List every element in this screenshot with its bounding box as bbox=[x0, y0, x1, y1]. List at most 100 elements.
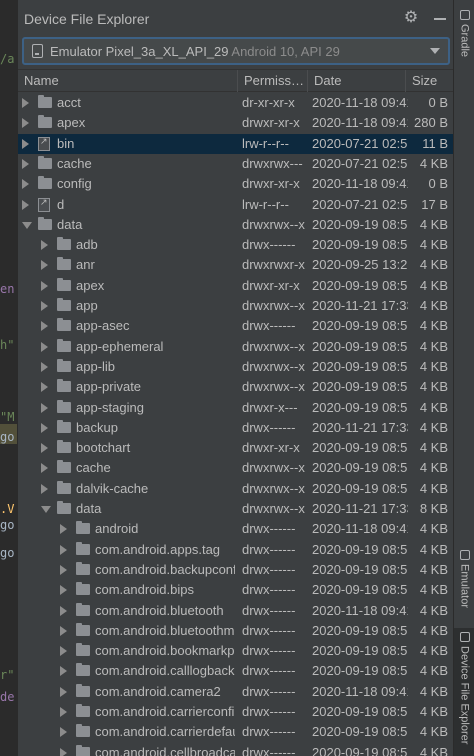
file-tree-row[interactable]: com.android.camera2 drwx------ 2020-11-18 … bbox=[18, 682, 454, 702]
file-tree-row[interactable]: app-asec drwx------ 2020-09-19 08:51 4 KB bbox=[18, 316, 454, 336]
expand-arrow-right-icon[interactable] bbox=[41, 422, 48, 433]
folder-icon bbox=[57, 257, 71, 271]
expand-arrow-right-icon[interactable] bbox=[41, 443, 48, 454]
file-tree-row[interactable]: adb drwx------ 2020-09-19 08:51 4 KB bbox=[18, 235, 454, 255]
expand-arrow-right-icon[interactable] bbox=[41, 361, 48, 372]
file-tree-row[interactable]: config drwxr-xr-x 2020-11-18 09:41 0 B bbox=[18, 174, 454, 194]
column-header-date[interactable]: Date bbox=[308, 70, 406, 92]
editor-code-fragment: en bbox=[0, 282, 15, 296]
expand-arrow-right-icon[interactable] bbox=[22, 138, 29, 149]
expand-arrow-right-icon[interactable] bbox=[60, 686, 67, 697]
file-permissions: drwx------ bbox=[242, 663, 296, 679]
expand-arrow-right-icon[interactable] bbox=[41, 483, 48, 494]
file-tree-row[interactable]: com.android.bluetooth drwx------ 2020-11-1… bbox=[18, 601, 454, 621]
panel-title: Device File Explorer bbox=[24, 11, 150, 27]
file-tree-row[interactable]: dalvik-cache drwxrwx--x 2020-09-19 08:51 4 … bbox=[18, 479, 454, 499]
file-tree-row[interactable]: d lrw-r--r-- 2020-07-21 02:55 17 B bbox=[18, 195, 454, 215]
file-tree-row[interactable]: acct dr-xr-xr-x 2020-11-18 09:41 0 B bbox=[18, 93, 454, 113]
expand-arrow-right-icon[interactable] bbox=[41, 260, 48, 271]
file-tree-row[interactable]: apex drwxr-xr-x 2020-11-18 09:41 280 B bbox=[18, 113, 454, 133]
expand-arrow-right-icon[interactable] bbox=[41, 301, 48, 311]
expand-arrow-right-icon[interactable] bbox=[22, 118, 29, 129]
folder-icon bbox=[57, 338, 71, 352]
file-tree-row[interactable]: com.android.backupconfirm drwx------ 2020-… bbox=[18, 560, 454, 580]
file-tree-row[interactable]: com.android.bookmarkprovider drwx------ 20… bbox=[18, 641, 454, 661]
expand-arrow-right-icon[interactable] bbox=[41, 280, 48, 291]
expand-arrow-right-icon[interactable] bbox=[60, 625, 67, 636]
tool-tab-gradle[interactable]: Gradle bbox=[454, 6, 474, 68]
file-tree-row[interactable]: com.android.apps.tag drwx------ 2020-09-19… bbox=[18, 540, 454, 560]
file-tree-row[interactable]: app drwxrwx--x 2020-11-21 17:33 4 KB bbox=[18, 296, 454, 316]
expand-arrow-right-icon[interactable] bbox=[60, 524, 67, 535]
expand-arrow-right-icon[interactable] bbox=[22, 179, 29, 190]
folder-icon bbox=[57, 501, 71, 514]
expand-arrow-right-icon[interactable] bbox=[60, 666, 67, 677]
file-permissions: drwxrwxr-x bbox=[242, 257, 305, 273]
file-tree-row[interactable]: com.android.bips drwx------ 2020-09-19 08:… bbox=[18, 580, 454, 600]
file-tree-row[interactable]: android drwx------ 2020-11-18 09:41 4 KB bbox=[18, 519, 454, 539]
file-tree-row[interactable]: com.android.calllogbackup drwx------ 2020-… bbox=[18, 661, 454, 681]
expand-arrow-right-icon[interactable] bbox=[60, 544, 67, 555]
file-tree-row[interactable]: data drwxrwx--x 2020-11-21 17:33 8 KB bbox=[18, 499, 454, 519]
expand-arrow-right-icon[interactable] bbox=[60, 605, 67, 616]
expand-arrow-right-icon[interactable] bbox=[60, 564, 67, 575]
folder-icon bbox=[57, 440, 71, 454]
file-tree-row[interactable]: bin lrw-r--r-- 2020-07-21 02:55 11 B bbox=[18, 133, 454, 154]
expand-arrow-right-icon[interactable] bbox=[41, 463, 48, 474]
file-tree-row[interactable]: com.android.carrierdefaultapp drwx------ 2… bbox=[18, 722, 454, 742]
file-tree-row[interactable]: com.android.bluetoothmidiservice drwx----… bbox=[18, 621, 454, 641]
expand-arrow-right-icon[interactable] bbox=[60, 707, 67, 717]
expand-arrow-right-icon[interactable] bbox=[60, 646, 67, 657]
file-tree-row[interactable]: cache drwxrwx--x 2020-09-19 08:51 4 KB bbox=[18, 458, 454, 478]
file-tree-row[interactable]: app-staging drwxr-x--- 2020-09-19 08:51 4 K… bbox=[18, 398, 454, 418]
file-tree-row[interactable]: com.android.cellbroadcastreceiver drwx---… bbox=[18, 743, 454, 756]
expand-arrow-right-icon[interactable] bbox=[41, 341, 48, 352]
expand-arrow-down-icon[interactable] bbox=[22, 221, 32, 229]
file-tree-row[interactable]: com.android.carrierconfig drwx------ 2020-… bbox=[18, 702, 454, 722]
folder-icon bbox=[57, 460, 71, 474]
phone-device-icon bbox=[32, 44, 43, 58]
column-header-size[interactable]: Size bbox=[406, 70, 454, 92]
expand-arrow-right-icon[interactable] bbox=[22, 199, 29, 210]
file-date: 2020-09-19 08:51 bbox=[312, 338, 408, 354]
folder-icon bbox=[57, 298, 71, 311]
column-header-permissions[interactable]: Permiss… bbox=[238, 70, 308, 92]
expand-arrow-right-icon[interactable] bbox=[41, 240, 48, 251]
expand-arrow-right-icon[interactable] bbox=[22, 98, 29, 108]
gear-icon[interactable]: ⚙ bbox=[402, 9, 420, 27]
file-tree-row[interactable]: app-lib drwxrwx--x 2020-09-19 08:51 4 KB bbox=[18, 357, 454, 377]
expand-arrow-right-icon[interactable] bbox=[41, 321, 48, 332]
file-size: 4 KB bbox=[419, 440, 448, 456]
file-tree-row[interactable]: anr drwxrwxr-x 2020-09-25 13:22 4 KB bbox=[18, 255, 454, 275]
file-tree-row[interactable]: backup drwx------ 2020-11-21 17:33 4 KB bbox=[18, 418, 454, 438]
file-size: 4 KB bbox=[419, 155, 448, 171]
expand-arrow-right-icon[interactable] bbox=[60, 727, 67, 738]
file-date: 2020-09-19 08:51 bbox=[312, 704, 408, 719]
file-tree-row[interactable]: cache drwxrwx--- 2020-07-21 02:55 4 KB bbox=[18, 154, 454, 174]
expand-arrow-right-icon[interactable] bbox=[41, 382, 48, 393]
file-size: 4 KB bbox=[419, 561, 448, 577]
file-name: com.android.camera2 bbox=[95, 683, 221, 699]
tool-tab-device-file-explorer[interactable]: Device File Explorer bbox=[454, 628, 474, 756]
minimize-icon[interactable] bbox=[432, 9, 448, 27]
device-name: Emulator Pixel_3a_XL_API_29 bbox=[50, 44, 229, 59]
file-tree-row[interactable]: apex drwxr-xr-x 2020-09-19 08:51 4 KB bbox=[18, 276, 454, 296]
file-tree-row[interactable]: app-private drwxrwx--x 2020-09-19 08:51 4 K… bbox=[18, 377, 454, 397]
file-tree-row[interactable]: bootchart drwxr-xr-x 2020-09-19 08:51 4 KB bbox=[18, 438, 454, 458]
file-permissions: drwxrwx--x bbox=[242, 379, 305, 395]
file-name: app-private bbox=[76, 379, 142, 395]
file-date: 2020-09-19 08:51 bbox=[312, 318, 408, 334]
file-tree-row[interactable]: data drwxrwx--x 2020-09-19 08:51 4 KB bbox=[18, 215, 454, 235]
file-name: data bbox=[76, 501, 102, 516]
device-selector-dropdown[interactable]: Emulator Pixel_3a_XL_API_29 Android 10, … bbox=[22, 37, 450, 65]
expand-arrow-down-icon[interactable] bbox=[41, 506, 51, 513]
expand-arrow-right-icon[interactable] bbox=[60, 747, 67, 756]
expand-arrow-right-icon[interactable] bbox=[60, 585, 67, 596]
folder-icon bbox=[76, 561, 90, 575]
expand-arrow-right-icon[interactable] bbox=[22, 158, 29, 169]
column-header-name[interactable]: Name bbox=[18, 70, 238, 92]
tool-tab-emulator[interactable]: Emulator bbox=[454, 546, 474, 616]
expand-arrow-right-icon[interactable] bbox=[41, 402, 48, 413]
editor-code-fragment: "M bbox=[0, 410, 15, 424]
file-tree-row[interactable]: app-ephemeral drwxrwx--x 2020-09-19 08:51 4… bbox=[18, 337, 454, 357]
